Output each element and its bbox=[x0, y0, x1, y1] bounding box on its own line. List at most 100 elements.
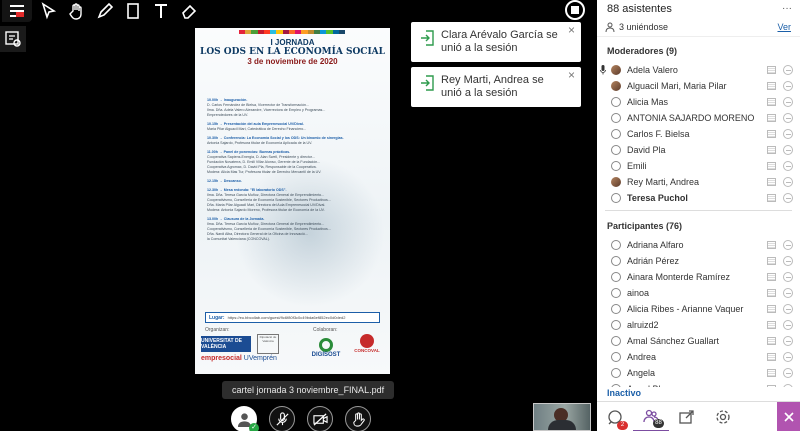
moderator-list: Adela Valero Alguacil Mari, Maria Pilar Al… bbox=[597, 62, 800, 206]
attendees-title: 88 asistentes bbox=[607, 2, 672, 15]
avatar bbox=[611, 272, 621, 282]
attendee-row[interactable]: Alicia Ribes - Arianne Vaquer bbox=[597, 301, 800, 317]
poster-organizers-label: Organizan: bbox=[205, 327, 230, 333]
whiteboard-toolbar bbox=[0, 0, 200, 22]
camera-button[interactable] bbox=[307, 406, 333, 431]
program-heading: 11.00h → Panel de ponencias: Buenas prác… bbox=[207, 150, 291, 154]
video-person-body bbox=[548, 420, 576, 430]
view-joining-link[interactable]: Ver bbox=[777, 22, 791, 32]
program-heading: 10.15h → Presentación del aula Empreneso… bbox=[207, 122, 304, 126]
avatar bbox=[611, 288, 621, 298]
mic-status-icon bbox=[783, 129, 793, 139]
mic-status-icon bbox=[783, 65, 793, 75]
poster-place-url: https://eu.bbcollab.com/guest/9c6f80f3c0… bbox=[227, 315, 346, 320]
attendee-row[interactable]: Ainara Monterde Ramírez bbox=[597, 269, 800, 285]
attendee-row[interactable]: Alicia Mas bbox=[597, 94, 800, 110]
attendee-row[interactable]: Amal Sánchez Guallart bbox=[597, 333, 800, 349]
program-text: Ilma. Dña. Teresa García Muñoz, Director… bbox=[207, 222, 325, 226]
attendee-row[interactable]: Adela Valero bbox=[597, 62, 800, 78]
attendee-row[interactable]: ainoa bbox=[597, 285, 800, 301]
divider bbox=[605, 210, 792, 211]
poster-place: Lugar: https://eu.bbcollab.com/guest/9c6… bbox=[205, 312, 380, 323]
hand-icon[interactable] bbox=[66, 0, 88, 22]
avatar bbox=[611, 145, 621, 155]
share-content-button[interactable] bbox=[669, 402, 705, 431]
mic-status-icon bbox=[783, 336, 793, 346]
mic-status-icon bbox=[783, 97, 793, 107]
poster-program: 10.00h → Inauguración. D. Carlos Fernánde… bbox=[207, 98, 383, 242]
self-video-tile[interactable] bbox=[533, 403, 591, 431]
talking-mic-icon bbox=[600, 65, 606, 75]
close-icon[interactable]: × bbox=[568, 24, 575, 37]
join-icon bbox=[421, 75, 434, 91]
program-heading: 10.30h → Conferencia: La Economía Social… bbox=[207, 136, 344, 140]
attendee-row[interactable]: Adriana Alfaro bbox=[597, 237, 800, 253]
stop-recording-button[interactable] bbox=[565, 0, 585, 20]
microphone-button[interactable] bbox=[269, 406, 295, 431]
chat-button[interactable]: 2 bbox=[597, 402, 633, 431]
attendee-row[interactable]: Teresa Puchol bbox=[597, 190, 800, 206]
poster-title: LOS ODS EN LA ECONOMÍA SOCIAL bbox=[200, 47, 385, 57]
attendee-row[interactable]: Rey Marti, Andrea bbox=[597, 174, 800, 190]
attendee-row[interactable]: Emili bbox=[597, 158, 800, 174]
mic-status-icon bbox=[783, 113, 793, 123]
program-text: Fundación Novaterra, D. Emili Villar Alo… bbox=[207, 160, 321, 164]
program-text: Ilma. Dña. Teresa García Muñoz, Director… bbox=[207, 193, 325, 197]
poster-collaborators-label: Colaboran: bbox=[313, 327, 338, 333]
attendee-row[interactable]: Adrián Pérez bbox=[597, 253, 800, 269]
logo-concoval: CONCOVAL bbox=[349, 334, 385, 370]
camera-status-icon bbox=[767, 321, 776, 329]
camera-status-icon bbox=[767, 146, 776, 154]
attendee-row[interactable]: David Pla bbox=[597, 142, 800, 158]
attendee-row[interactable]: alruizd2 bbox=[597, 317, 800, 333]
raise-hand-button[interactable] bbox=[345, 406, 371, 431]
program-line: la Comunitat Valenciana (CONCOVAL). bbox=[207, 237, 383, 242]
stage: I JORNADA LOS ODS EN LA ECONOMÍA SOCIAL … bbox=[0, 0, 597, 431]
poster-line-1: I JORNADA bbox=[270, 38, 315, 47]
join-notification: Rey Marti, Andrea se unió a la sesión × bbox=[411, 67, 581, 107]
joining-bar: 3 uniéndose Ver bbox=[597, 17, 800, 37]
attendee-row[interactable]: Angela bbox=[597, 365, 800, 381]
avatar bbox=[611, 161, 621, 171]
more-options-icon[interactable]: ··· bbox=[782, 3, 792, 14]
attendee-row[interactable]: Carlos F. Bielsa bbox=[597, 126, 800, 142]
attendee-row[interactable]: ANTONIA SAJARDO MORENO bbox=[597, 110, 800, 126]
my-status-button[interactable]: ✓ bbox=[231, 406, 259, 431]
moderators-heading: Moderadores (9) bbox=[607, 46, 678, 56]
mic-status-icon bbox=[783, 304, 793, 314]
attendee-row[interactable]: Alguacil Mari, Maria Pilar bbox=[597, 78, 800, 94]
collapse-panel-button[interactable] bbox=[777, 402, 800, 431]
camera-status-icon bbox=[767, 369, 776, 377]
mic-status-icon bbox=[783, 161, 793, 171]
raise-hand-icon bbox=[352, 411, 365, 427]
inactive-heading[interactable]: Inactivo bbox=[597, 387, 800, 399]
attendee-row[interactable]: Andrea bbox=[597, 349, 800, 365]
program-heading: 13.00h → Clausura de la Jornada. bbox=[207, 217, 265, 221]
mic-status-icon bbox=[783, 177, 793, 187]
avatar bbox=[611, 113, 621, 123]
poster-date: 3 de noviembre de 2020 bbox=[247, 57, 338, 66]
attendees-button[interactable]: 88 bbox=[633, 402, 669, 431]
eraser-icon[interactable] bbox=[178, 0, 200, 22]
mic-status-icon bbox=[783, 256, 793, 266]
camera-status-icon bbox=[767, 305, 776, 313]
text-icon[interactable] bbox=[150, 0, 172, 22]
mic-status-icon bbox=[783, 81, 793, 91]
program-text: Cooperativa Agromax, D. David Pla, Respo… bbox=[207, 165, 317, 169]
rectangle-icon[interactable] bbox=[122, 0, 144, 22]
mic-status-icon bbox=[783, 320, 793, 330]
select-arrow-icon[interactable] bbox=[38, 0, 60, 22]
close-icon[interactable]: × bbox=[568, 69, 575, 82]
close-icon bbox=[783, 412, 794, 422]
mic-status-icon bbox=[783, 352, 793, 362]
whiteboard-icon[interactable] bbox=[0, 26, 26, 52]
pencil-icon[interactable] bbox=[94, 0, 116, 22]
logo-emp-a: empresocial bbox=[201, 355, 242, 362]
menu-icon[interactable] bbox=[2, 0, 32, 22]
program-text: Cooperativismo, Conselleria de Economía … bbox=[207, 198, 331, 202]
settings-button[interactable] bbox=[705, 402, 741, 431]
attendees-panel: 88 asistentes ··· 3 uniéndose Ver Modera… bbox=[597, 0, 800, 431]
avatar bbox=[611, 304, 621, 314]
camera-status-icon bbox=[767, 257, 776, 265]
attendee-list: Moderadores (9) Adela Valero Alguacil Mar… bbox=[597, 40, 800, 387]
